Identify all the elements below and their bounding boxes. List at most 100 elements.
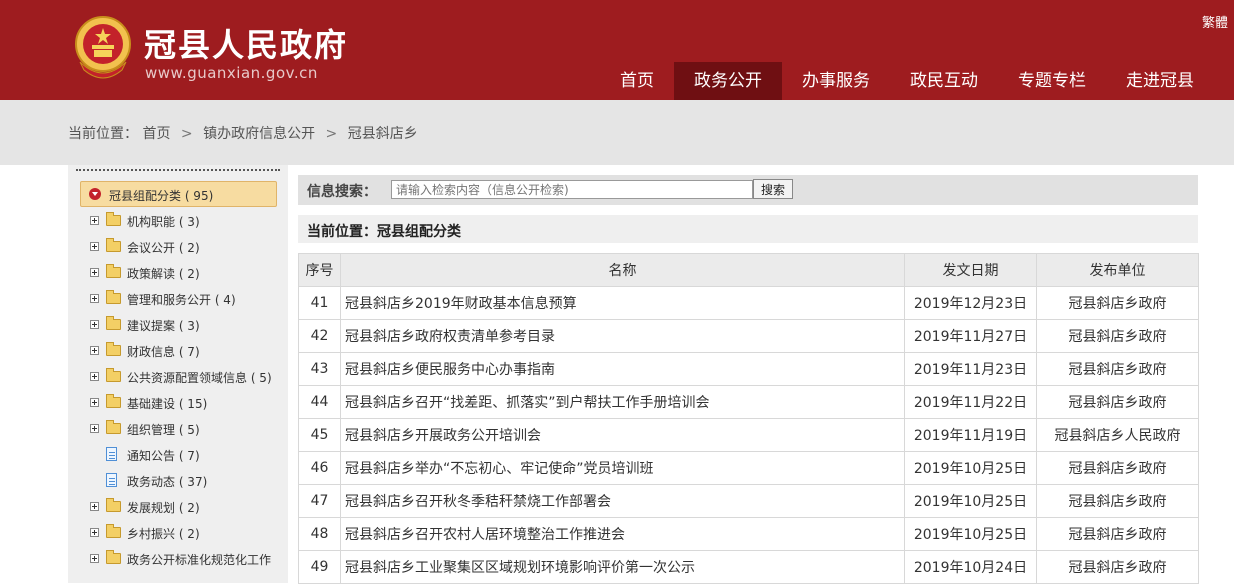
table-row: 43 冠县斜店乡便民服务中心办事指南 2019年11月23日 冠县斜店乡政府 — [298, 352, 1199, 386]
tree-item[interactable]: 乡村振兴 ( 2) — [88, 523, 288, 549]
table-row: 47 冠县斜店乡召开秋冬季秸秆禁烧工作部署会 2019年10月25日 冠县斜店乡政府 — [298, 484, 1199, 518]
column-header-publisher: 发布单位 — [1036, 253, 1199, 287]
expand-plus-icon[interactable] — [90, 554, 99, 563]
nav-government-affairs[interactable]: 政务公开 — [674, 62, 782, 100]
expand-plus-icon[interactable] — [90, 346, 99, 355]
row-title-link[interactable]: 冠县斜店乡召开秋冬季秸秆禁烧工作部署会 — [340, 484, 905, 518]
expand-plus-icon[interactable] — [90, 216, 99, 225]
expand-plus-icon[interactable] — [90, 398, 99, 407]
table-row: 49 冠县斜店乡工业聚集区区域规划环境影响评价第一次公示 2019年10月24日 冠县… — [298, 550, 1199, 584]
search-input[interactable] — [391, 180, 753, 199]
tree-item-label: 发展规划 ( 2) — [127, 501, 200, 515]
breadcrumb-separator: > — [180, 126, 193, 142]
tree-root-item[interactable]: 冠县组配分类 ( 95) — [80, 181, 277, 207]
expand-plus-icon[interactable] — [90, 424, 99, 433]
row-publisher: 冠县斜店乡政府 — [1036, 385, 1199, 419]
row-publisher: 冠县斜店乡政府 — [1036, 352, 1199, 386]
expand-plus-icon[interactable] — [90, 502, 99, 511]
nav-interaction[interactable]: 政民互动 — [890, 62, 998, 100]
tree-item-label: 基础建设 ( 15) — [127, 397, 208, 411]
tree-item[interactable]: 机构职能 ( 3) — [88, 211, 288, 237]
tree-item[interactable]: 政策解读 ( 2) — [88, 263, 288, 289]
tree-item[interactable]: 组织管理 ( 5) — [88, 419, 288, 445]
folder-icon — [106, 264, 121, 278]
table-header-row: 序号 名称 发文日期 发布单位 — [298, 253, 1199, 287]
row-index: 46 — [298, 451, 341, 485]
row-publisher: 冠县斜店乡政府 — [1036, 517, 1199, 551]
search-label: 信息搜索： — [307, 184, 377, 200]
tree-item[interactable]: 基础建设 ( 15) — [88, 393, 288, 419]
nav-special-topics[interactable]: 专题专栏 — [998, 62, 1106, 100]
row-title-link[interactable]: 冠县斜店乡2019年财政基本信息预算 — [340, 286, 905, 320]
expand-plus-icon[interactable] — [90, 242, 99, 251]
row-title-link[interactable]: 冠县斜店乡召开农村人居环境整治工作推进会 — [340, 517, 905, 551]
row-date: 2019年10月25日 — [904, 484, 1037, 518]
row-date: 2019年11月22日 — [904, 385, 1037, 419]
traditional-chinese-toggle[interactable]: 繁體 — [1202, 12, 1228, 31]
expand-plus-icon[interactable] — [90, 372, 99, 381]
row-title-link[interactable]: 冠县斜店乡便民服务中心办事指南 — [340, 352, 905, 386]
row-index: 48 — [298, 517, 341, 551]
expand-plus-icon[interactable] — [90, 294, 99, 303]
row-title-link[interactable]: 冠县斜店乡召开“找差距、抓落实”到户帮扶工作手册培训会 — [340, 385, 905, 419]
tree-item-label: 政务公开标准化规范化工作 — [127, 553, 272, 567]
tree-item[interactable]: 通知公告 ( 7) — [88, 445, 288, 471]
tree-item[interactable]: 会议公开 ( 2) — [88, 237, 288, 263]
breadcrumb-label: 当前位置： — [68, 126, 138, 142]
row-index: 43 — [298, 352, 341, 386]
row-date: 2019年11月23日 — [904, 352, 1037, 386]
tree-item[interactable]: 管理和服务公开 ( 4) — [88, 289, 288, 315]
tree-item[interactable]: 财政信息 ( 7) — [88, 341, 288, 367]
folder-icon — [106, 368, 121, 382]
tree-item-label: 建议提案 ( 3) — [127, 319, 200, 333]
folder-icon — [106, 212, 121, 226]
nav-home[interactable]: 首页 — [600, 62, 674, 100]
tree-item[interactable]: 发展规划 ( 2) — [88, 497, 288, 523]
expand-plus-icon[interactable] — [90, 268, 99, 277]
nav-about-county[interactable]: 走进冠县 — [1106, 62, 1214, 100]
folder-icon — [106, 290, 121, 304]
tree-item[interactable]: 建议提案 ( 3) — [88, 315, 288, 341]
row-title-link[interactable]: 冠县斜店乡开展政务公开培训会 — [340, 418, 905, 452]
row-index: 49 — [298, 550, 341, 584]
row-publisher: 冠县斜店乡政府 — [1036, 484, 1199, 518]
column-header-index: 序号 — [298, 253, 341, 287]
collapse-down-icon[interactable] — [89, 188, 101, 200]
breadcrumb-bar: 当前位置： 首页 > 镇办政府信息公开 > 冠县斜店乡 — [0, 100, 1234, 165]
nav-services[interactable]: 办事服务 — [782, 62, 890, 100]
breadcrumb-current[interactable]: 冠县斜店乡 — [348, 126, 418, 142]
column-header-title: 名称 — [340, 253, 905, 287]
row-title-link[interactable]: 冠县斜店乡举办“不忘初心、牢记使命”党员培训班 — [340, 451, 905, 485]
row-date: 2019年11月19日 — [904, 418, 1037, 452]
folder-icon — [106, 420, 121, 434]
expand-plus-icon[interactable] — [90, 528, 99, 537]
document-icon — [106, 473, 117, 487]
tree-item-label: 机构职能 ( 3) — [127, 215, 200, 229]
row-title-link[interactable]: 冠县斜店乡工业聚集区区域规划环境影响评价第一次公示 — [340, 550, 905, 584]
table-row: 48 冠县斜店乡召开农村人居环境整治工作推进会 2019年10月25日 冠县斜店乡政府 — [298, 517, 1199, 551]
search-bar: 信息搜索： 搜索 — [298, 175, 1198, 205]
tree-item-label: 乡村振兴 ( 2) — [127, 527, 200, 541]
row-index: 41 — [298, 286, 341, 320]
row-date: 2019年12月23日 — [904, 286, 1037, 320]
breadcrumb-separator: > — [325, 126, 338, 142]
tree-list: 机构职能 ( 3) 会议公开 ( 2) 政策解读 ( 2) 管理和服务公开 ( 4) 建… — [88, 211, 288, 575]
search-button[interactable]: 搜索 — [753, 179, 793, 199]
tree-item-label: 通知公告 ( 7) — [127, 449, 200, 463]
tree-root-label: 冠县组配分类 ( 95) — [109, 189, 214, 203]
tree-item-label: 会议公开 ( 2) — [127, 241, 200, 255]
expand-plus-icon[interactable] — [90, 320, 99, 329]
tree-item[interactable]: 政务公开标准化规范化工作 — [88, 549, 288, 575]
row-publisher: 冠县斜店乡政府 — [1036, 550, 1199, 584]
tree-item-label: 公共资源配置领域信息 ( 5) — [127, 371, 272, 385]
row-date: 2019年10月24日 — [904, 550, 1037, 584]
breadcrumb-town-info[interactable]: 镇办政府信息公开 — [203, 126, 315, 142]
folder-icon — [106, 238, 121, 252]
tree-item[interactable]: 政务动态 ( 37) — [88, 471, 288, 497]
breadcrumb-home[interactable]: 首页 — [142, 126, 170, 142]
row-index: 44 — [298, 385, 341, 419]
folder-icon — [106, 342, 121, 356]
site-header: 冠县人民政府 www.guanxian.gov.cn 繁體 首页 政务公开 办事… — [0, 0, 1234, 100]
tree-item[interactable]: 公共资源配置领域信息 ( 5) — [88, 367, 288, 393]
row-title-link[interactable]: 冠县斜店乡政府权责清单参考目录 — [340, 319, 905, 353]
